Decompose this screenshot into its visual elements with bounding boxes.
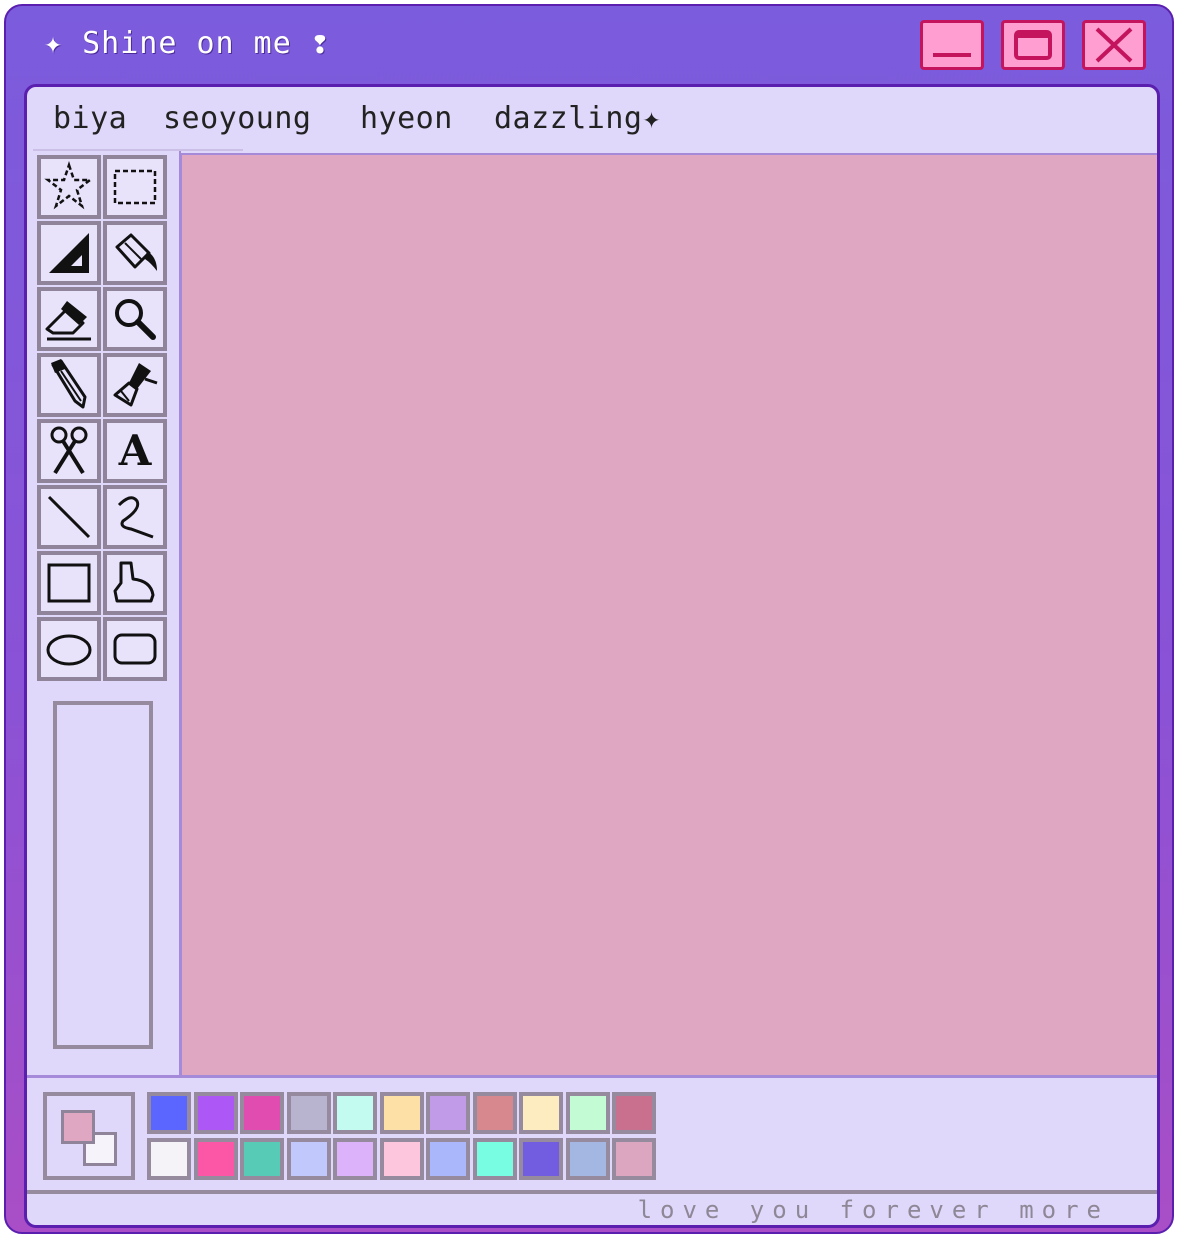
color-swatch[interactable] (565, 1138, 610, 1180)
tool-polygon[interactable] (103, 551, 167, 615)
triangle-ruler-icon (49, 233, 89, 273)
status-text: love you forever more (637, 1196, 1109, 1224)
tool-eraser[interactable] (37, 287, 101, 351)
color-swatch[interactable] (193, 1138, 238, 1180)
scissors-icon (50, 426, 88, 475)
color-swatch[interactable] (426, 1138, 470, 1180)
maximize-icon (1014, 30, 1052, 60)
rounded-rect-icon (113, 633, 157, 665)
app-body: biya seoyoung hyeon dazzling✦ A love you… (24, 84, 1160, 1228)
minimize-button[interactable] (920, 20, 984, 70)
color-swatch[interactable] (426, 1092, 470, 1134)
color-swatch[interactable] (333, 1092, 377, 1134)
menu-item-hyeon[interactable]: hyeon (360, 101, 453, 136)
text-icon: A (118, 426, 152, 475)
status-bar: love you forever more (27, 1190, 1157, 1225)
current-colors[interactable] (43, 1092, 135, 1180)
color-swatch[interactable] (240, 1138, 284, 1180)
paint-bucket-icon (115, 233, 157, 271)
dashed-rect-icon (113, 169, 157, 205)
magnifier-icon (115, 299, 156, 340)
color-palette (27, 1078, 1157, 1190)
color-swatch[interactable] (147, 1092, 191, 1134)
menu-item-biya[interactable]: biya (53, 101, 127, 136)
curve-icon (117, 496, 154, 539)
minimize-icon (933, 53, 971, 57)
tool-panel: A (27, 151, 181, 1075)
color-swatch[interactable] (286, 1092, 331, 1134)
pencil-icon (51, 359, 87, 409)
color-swatch[interactable] (286, 1138, 331, 1180)
color-swatch[interactable] (147, 1138, 191, 1180)
color-swatch[interactable] (565, 1092, 610, 1134)
tool-rounded-rect[interactable] (103, 617, 167, 681)
menu-item-seoyoung[interactable]: seoyoung (163, 101, 312, 136)
color-swatch[interactable] (519, 1092, 563, 1134)
tool-text[interactable]: A (103, 419, 167, 483)
maximize-button[interactable] (1001, 20, 1065, 70)
polygon-icon (113, 561, 155, 603)
tool-line[interactable] (37, 485, 101, 549)
line-icon (47, 495, 91, 539)
rectangle-icon (47, 563, 91, 603)
tool-fill[interactable] (103, 221, 167, 285)
color-swatch[interactable] (333, 1138, 377, 1180)
paint-window: ✦ Shine on me ❢ biya seoyoung hyeon dazz… (4, 4, 1174, 1234)
brush-icon (113, 363, 158, 407)
color-swatch[interactable] (379, 1138, 424, 1180)
drawing-canvas[interactable] (180, 153, 1157, 1075)
color-swatch[interactable] (612, 1092, 656, 1134)
tool-brush[interactable] (103, 353, 167, 417)
color-swatch[interactable] (472, 1092, 517, 1134)
color-swatch[interactable] (193, 1092, 238, 1134)
tool-options-box[interactable] (53, 701, 153, 1049)
tool-rectangle[interactable] (37, 551, 101, 615)
tool-pencil[interactable] (37, 353, 101, 417)
tool-magnifier[interactable] (103, 287, 167, 351)
color-swatch[interactable] (612, 1138, 656, 1180)
window-title: ✦ Shine on me ❢ (44, 26, 330, 61)
tool-free-select[interactable] (37, 155, 101, 219)
tool-triangle[interactable] (37, 221, 101, 285)
close-icon (1095, 27, 1133, 63)
color-swatch[interactable] (472, 1138, 517, 1180)
menu-item-dazzling[interactable]: dazzling✦ (494, 101, 661, 136)
color-swatch[interactable] (519, 1138, 563, 1180)
foreground-color[interactable] (61, 1110, 95, 1144)
tool-scissors[interactable] (37, 419, 101, 483)
color-swatch[interactable] (240, 1092, 284, 1134)
star-select-icon (44, 161, 94, 210)
tool-rect-select[interactable] (103, 155, 167, 219)
tool-ellipse[interactable] (37, 617, 101, 681)
ellipse-icon (46, 634, 92, 666)
eraser-icon (45, 301, 91, 341)
close-button[interactable] (1082, 20, 1146, 70)
color-swatch[interactable] (379, 1092, 424, 1134)
menu-bar: biya seoyoung hyeon dazzling✦ (27, 87, 1157, 151)
tool-curve[interactable] (103, 485, 167, 549)
